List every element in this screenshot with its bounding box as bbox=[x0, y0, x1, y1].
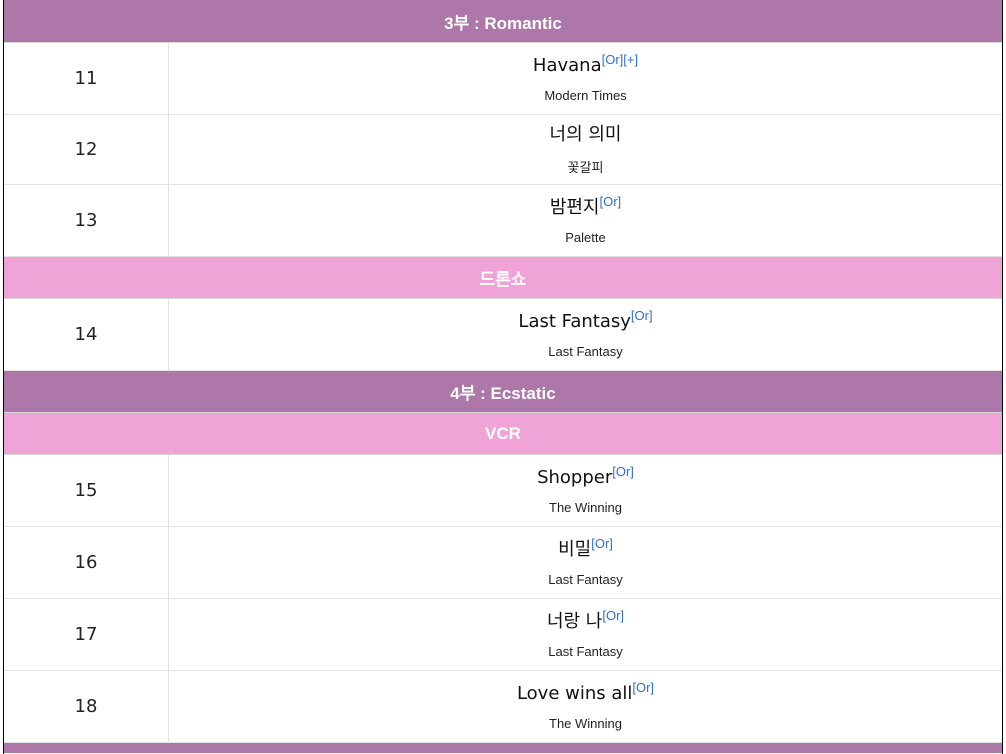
song-number: 11 bbox=[4, 43, 169, 114]
section-header-vcr: VCR bbox=[4, 413, 1002, 455]
song-number: 13 bbox=[4, 185, 169, 256]
song-number: 16 bbox=[4, 527, 169, 598]
song-info: 비밀[Or] Last Fantasy bbox=[169, 527, 1002, 598]
setlist-table: 3부 : Romantic 11 Havana[Or][+] Modern Ti… bbox=[3, 0, 1003, 754]
song-info: 너랑 나[Or] Last Fantasy bbox=[169, 599, 1002, 670]
song-title: Havana bbox=[532, 55, 602, 76]
song-number: 14 bbox=[4, 299, 169, 370]
song-title: Shopper bbox=[537, 467, 613, 488]
song-title-line: 너랑 나[Or] bbox=[546, 608, 624, 634]
song-title: Last Fantasy bbox=[518, 311, 631, 332]
song-number: 12 bbox=[4, 115, 169, 184]
song-album: Palette bbox=[565, 230, 606, 245]
song-album: The Winning bbox=[549, 500, 622, 515]
section-title: 4부 : Ecstatic bbox=[450, 384, 556, 403]
song-info: Havana[Or][+] Modern Times bbox=[169, 43, 1002, 114]
song-title-line: 밤편지[Or] bbox=[549, 194, 622, 220]
table-row: 14 Last Fantasy[Or] Last Fantasy bbox=[4, 299, 1002, 371]
more-link[interactable]: [+] bbox=[623, 52, 638, 67]
original-link[interactable]: [Or] bbox=[612, 464, 634, 479]
original-link[interactable]: [Or] bbox=[591, 536, 613, 551]
song-album: Last Fantasy bbox=[548, 644, 623, 659]
song-number: 18 bbox=[4, 671, 169, 742]
song-title: 너의 의미 bbox=[549, 124, 622, 145]
section-title: 드론쇼 bbox=[479, 270, 527, 289]
song-album: Last Fantasy bbox=[548, 344, 623, 359]
song-title: 너랑 나 bbox=[546, 611, 603, 632]
section-header-drone-show: 드론쇼 bbox=[4, 257, 1002, 299]
song-title: Love wins all bbox=[516, 683, 633, 704]
song-album: Modern Times bbox=[544, 88, 627, 103]
table-row: 15 Shopper[Or] The Winning bbox=[4, 455, 1002, 527]
original-link[interactable]: [Or] bbox=[600, 194, 622, 209]
table-row: 13 밤편지[Or] Palette bbox=[4, 185, 1002, 257]
original-link[interactable]: [Or] bbox=[602, 608, 624, 623]
song-number: 15 bbox=[4, 455, 169, 526]
song-album: The Winning bbox=[549, 716, 622, 731]
song-title-line: 너의 의미 bbox=[550, 123, 622, 147]
song-title-line: Shopper[Or] bbox=[537, 464, 634, 490]
table-row: 16 비밀[Or] Last Fantasy bbox=[4, 527, 1002, 599]
section-title: VCR bbox=[485, 423, 521, 443]
song-title-line: 비밀[Or] bbox=[558, 536, 613, 562]
song-info: 너의 의미 꽃갈피 bbox=[169, 115, 1002, 184]
song-info: Shopper[Or] The Winning bbox=[169, 455, 1002, 526]
original-link[interactable]: [Or] bbox=[631, 308, 653, 323]
table-row: 11 Havana[Or][+] Modern Times bbox=[4, 43, 1002, 115]
song-info: Love wins all[Or] The Winning bbox=[169, 671, 1002, 742]
song-title: 밤편지 bbox=[549, 197, 600, 218]
table-row: 18 Love wins all[Or] The Winning bbox=[4, 671, 1002, 743]
song-title-line: Havana[Or][+] bbox=[532, 52, 638, 78]
song-number: 17 bbox=[4, 599, 169, 670]
original-link[interactable]: [Or] bbox=[632, 680, 654, 695]
song-info: Last Fantasy[Or] Last Fantasy bbox=[169, 299, 1002, 370]
song-title-line: Love wins all[Or] bbox=[516, 680, 654, 706]
song-title-line: Last Fantasy[Or] bbox=[518, 308, 653, 334]
song-info: 밤편지[Or] Palette bbox=[169, 185, 1002, 256]
song-album: Last Fantasy bbox=[548, 572, 623, 587]
song-album: 꽃갈피 bbox=[567, 160, 604, 175]
table-row: 12 너의 의미 꽃갈피 bbox=[4, 115, 1002, 185]
table-row: 17 너랑 나[Or] Last Fantasy bbox=[4, 599, 1002, 671]
original-link[interactable]: [Or] bbox=[602, 52, 624, 67]
song-title: 비밀 bbox=[558, 539, 592, 560]
section-title: 3부 : Romantic bbox=[444, 13, 562, 33]
section-header-part3: 3부 : Romantic bbox=[4, 0, 1002, 43]
next-section-header-strip bbox=[4, 743, 1002, 753]
section-header-part4: 4부 : Ecstatic bbox=[4, 371, 1002, 413]
